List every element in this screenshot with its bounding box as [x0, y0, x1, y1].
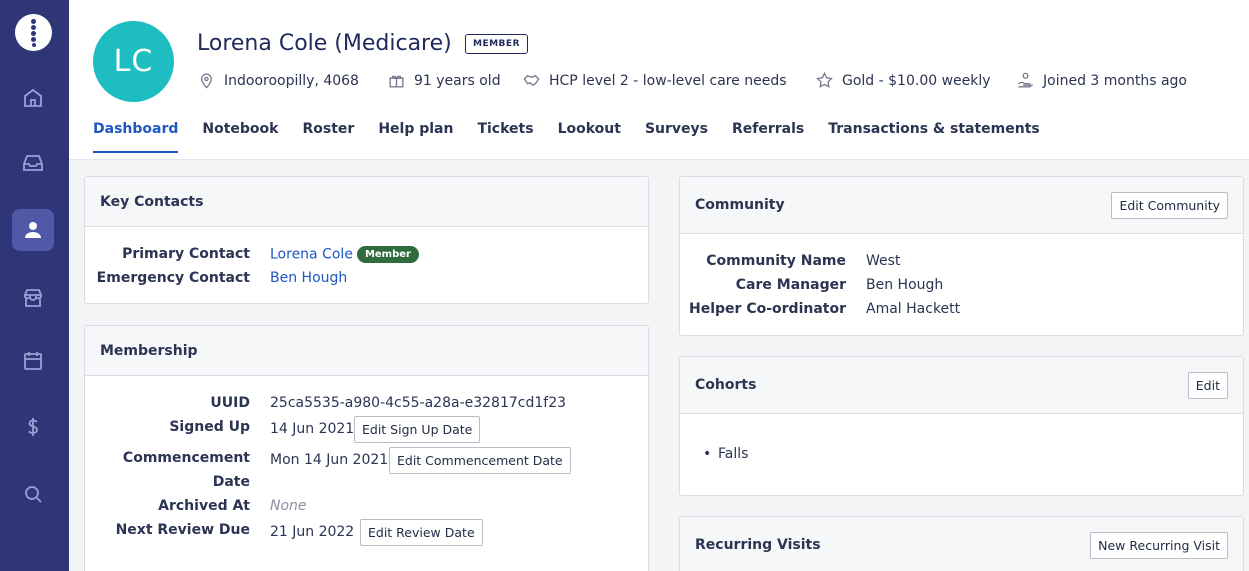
- community-card: Community Edit Community Community Name …: [679, 176, 1244, 336]
- edit-cohorts-button[interactable]: Edit: [1187, 371, 1228, 399]
- community-name-label: Community Name: [706, 253, 846, 269]
- signed-up-label: Signed Up: [169, 419, 250, 435]
- recurring-visits-card: Recurring Visits New Recurring Visit: [679, 516, 1244, 571]
- uuid-label: UUID: [210, 395, 250, 411]
- dollar-icon[interactable]: [12, 406, 54, 448]
- tab-transactions[interactable]: Transactions & statements: [828, 121, 1040, 153]
- star-icon: [816, 71, 833, 88]
- edit-review-date-button[interactable]: Edit Review Date: [360, 519, 483, 546]
- recurring-visits-title: Recurring Visits: [695, 537, 821, 553]
- age-text: 91 years old: [414, 72, 501, 89]
- app-logo[interactable]: [15, 14, 52, 51]
- signed-up-value: 14 Jun 2021: [270, 421, 355, 437]
- primary-contact-label: Primary Contact: [122, 246, 250, 262]
- emergency-contact-link[interactable]: Ben Hough: [270, 270, 347, 286]
- plan-text: Gold - $10.00 weekly: [842, 72, 991, 89]
- tab-lookout[interactable]: Lookout: [558, 121, 621, 153]
- hand-icon: [1018, 72, 1034, 88]
- tab-referrals[interactable]: Referrals: [732, 121, 804, 153]
- member-pill: Member: [356, 246, 419, 263]
- age-meta: 91 years old: [387, 71, 501, 90]
- gift-icon: [389, 75, 404, 88]
- new-recurring-visit-button[interactable]: New Recurring Visit: [1090, 531, 1228, 559]
- key-contacts-title: Key Contacts: [100, 193, 204, 210]
- emergency-contact-label: Emergency Contact: [96, 270, 250, 286]
- member-badge: MEMBER: [465, 34, 528, 54]
- archived-at-value: None: [270, 498, 307, 514]
- tab-help-plan[interactable]: Help plan: [378, 121, 453, 153]
- uuid-value: 25ca5535-a980-4c55-a28a-e32817cd1f23: [270, 395, 567, 411]
- tab-notebook[interactable]: Notebook: [202, 121, 278, 153]
- community-name-value: West: [866, 253, 901, 269]
- handshake-icon: [523, 75, 540, 87]
- next-review-label: Next Review Due: [115, 522, 250, 538]
- cohort-list-item: • Falls: [703, 446, 749, 462]
- tab-roster[interactable]: Roster: [302, 121, 354, 153]
- helper-coordinator-label: Helper Co-ordinator: [689, 301, 846, 317]
- sidebar: [0, 0, 69, 571]
- location-text: Indooroopilly, 4068: [224, 72, 359, 89]
- membership-card: Membership UUID 25ca5535-a980-4c55-a28a-…: [84, 325, 649, 571]
- calendar-icon[interactable]: [12, 340, 54, 382]
- edit-sign-up-date-button[interactable]: Edit Sign Up Date: [354, 416, 481, 443]
- tab-bar: Dashboard Notebook Roster Help plan Tick…: [93, 121, 1064, 153]
- map-pin-icon: [201, 73, 212, 89]
- cohorts-card: Cohorts Edit • Falls: [679, 356, 1244, 496]
- store-icon[interactable]: [12, 277, 54, 319]
- membership-title: Membership: [100, 342, 198, 359]
- primary-contact-row: Lorena Cole Member: [270, 246, 419, 263]
- care-level-meta: HCP level 2 - low-level care needs: [522, 71, 787, 90]
- key-contacts-card: Key Contacts Primary Contact Lorena Cole…: [84, 176, 649, 304]
- edit-community-button[interactable]: Edit Community: [1111, 191, 1228, 219]
- commencement-label-date: Date: [212, 474, 250, 490]
- cohorts-title: Cohorts: [695, 377, 757, 393]
- commencement-label: Commencement: [122, 450, 250, 466]
- avatar: LC: [93, 21, 174, 102]
- tab-dashboard[interactable]: Dashboard: [93, 121, 179, 153]
- inbox-icon[interactable]: [12, 142, 54, 184]
- home-icon[interactable]: [12, 77, 54, 119]
- cohort-falls: Falls: [718, 446, 749, 462]
- tab-tickets[interactable]: Tickets: [477, 121, 533, 153]
- care-level-text: HCP level 2 - low-level care needs: [549, 72, 787, 89]
- joined-meta: Joined 3 months ago: [1016, 71, 1187, 90]
- care-manager-value: Ben Hough: [866, 277, 944, 293]
- archived-at-label: Archived At: [158, 498, 250, 514]
- joined-text: Joined 3 months ago: [1043, 72, 1187, 89]
- edit-commencement-date-button[interactable]: Edit Commencement Date: [389, 447, 571, 474]
- search-icon[interactable]: [12, 473, 54, 515]
- helper-coordinator-value: Amal Hackett: [866, 301, 961, 317]
- client-header: LC Lorena Cole (Medicare) MEMBER Indooro…: [69, 0, 1249, 160]
- commencement-value: Mon 14 Jun 2021: [270, 452, 389, 468]
- primary-contact-link[interactable]: Lorena Cole: [270, 247, 353, 263]
- care-manager-label: Care Manager: [735, 277, 846, 293]
- user-icon[interactable]: [12, 209, 54, 251]
- next-review-value: 21 Jun 2022: [270, 524, 355, 540]
- community-title: Community: [695, 197, 785, 213]
- tab-surveys[interactable]: Surveys: [645, 121, 708, 153]
- client-name: Lorena Cole (Medicare): [197, 31, 452, 56]
- plan-meta: Gold - $10.00 weekly: [815, 71, 991, 90]
- location-meta: Indooroopilly, 4068: [197, 71, 359, 90]
